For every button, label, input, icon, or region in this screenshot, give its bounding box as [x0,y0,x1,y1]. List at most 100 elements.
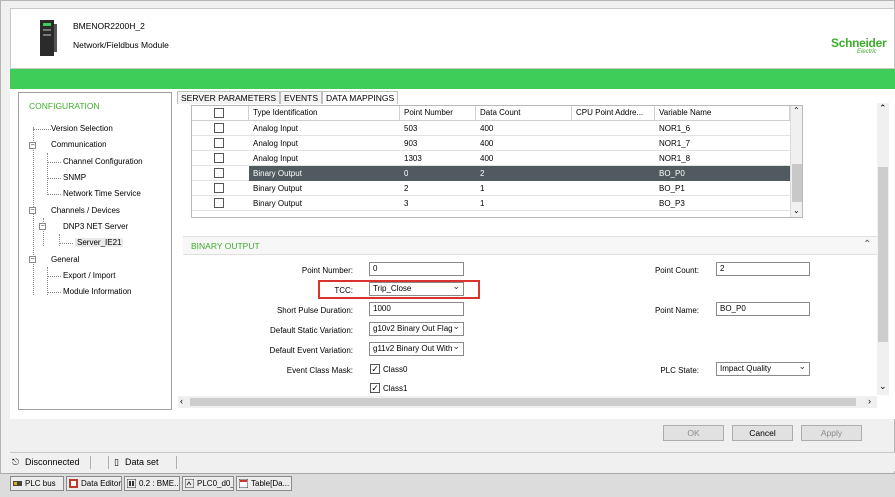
cell-type: Analog Input [253,139,298,148]
point-number-label: Point Number: [301,266,353,275]
horizontal-scroll-thumb[interactable] [190,398,856,406]
tree-item-channel-configuration[interactable]: Channel Configuration [63,157,143,166]
tree-item-general[interactable]: General [51,255,79,264]
taskbar-bme-module[interactable]: 0.2 : BME... [124,476,180,491]
short-pulse-label: Short Pulse Duration: [276,306,353,315]
cell-variable-name: NOR1_6 [659,124,691,133]
collapse-communication-icon[interactable]: − [29,142,36,149]
point-number-field[interactable]: 0 [369,262,464,276]
table-row[interactable]: Analog Input 903 400 NOR1_7 [192,136,790,151]
class1-checkbox[interactable]: ✓ [370,383,380,393]
tree-item-communication[interactable]: Communication [51,140,107,149]
column-header-select[interactable] [192,106,249,121]
table-row[interactable]: Binary Output 3 1 BO_P3 [192,196,790,211]
tree-line [33,129,51,130]
cell-point-number: 1303 [404,154,422,163]
module-name: BMENOR2200H_2 [73,21,145,31]
taskbar-plc0[interactable]: PLC0_d0_... [182,476,234,491]
scroll-up-icon[interactable]: ⌃ [879,103,887,114]
tree-line [47,276,61,277]
cell-point-number: 503 [404,124,418,133]
cell-data-count: 1 [480,199,485,208]
collapse-general-icon[interactable]: − [29,256,36,263]
cancel-button[interactable]: Cancel [732,425,793,441]
cell-variable-name: NOR1_7 [659,139,691,148]
cell-variable-name: BO_P3 [659,199,685,208]
cell-point-number: 903 [404,139,418,148]
taskbar-label: PLC bus [25,479,56,488]
row-checkbox[interactable] [214,153,224,163]
point-name-field[interactable]: BO_P0 [716,302,810,316]
module-type: Network/Fieldbus Module [73,40,169,50]
binary-output-section-header[interactable]: BINARY OUTPUT ⌃ [183,236,877,255]
point-count-field[interactable]: 2 [716,262,810,276]
schneider-logo-sub: Electric [857,49,877,55]
scroll-right-icon[interactable]: › [868,396,871,406]
column-header-variable-name[interactable]: Variable Name [655,106,790,121]
tree-item-server-ie21[interactable]: Server_IE21 [75,238,124,247]
table-scrollbar[interactable]: ⌃ ⌄ [790,106,802,217]
tab-events[interactable]: EVENTS [280,91,323,104]
row-checkbox[interactable] [214,123,224,133]
table-row[interactable]: Analog Input 1303 400 NOR1_8 [192,151,790,166]
panel-scroll-thumb[interactable] [878,167,888,342]
tab-data-mappings[interactable]: DATA MAPPINGS [322,91,399,104]
panel-horizontal-scrollbar[interactable]: ‹ › [178,396,877,408]
static-variation-select[interactable]: g10v2 Binary Out Flag [369,322,464,336]
tab-server-parameters[interactable]: SERVER PARAMETERS [177,91,281,104]
taskbar-table[interactable]: Table[Da... [236,476,292,491]
tree-item-version-selection[interactable]: Version Selection [51,124,113,133]
apply-button[interactable]: Apply [801,425,862,441]
column-header-type[interactable]: Type Identification [249,106,400,121]
status-separator [90,456,91,469]
column-header-data-count[interactable]: Data Count [476,106,572,121]
event-variation-select[interactable]: g11v2 Binary Out With [369,342,464,356]
tree-item-export-import[interactable]: Export / Import [63,271,115,280]
tree-item-module-information[interactable]: Module Information [63,287,131,296]
tree-line [47,267,48,295]
column-header-point-number[interactable]: Point Number [400,106,476,121]
tree-item-channels-devices[interactable]: Channels / Devices [51,206,120,215]
tree-item-network-time-service[interactable]: Network Time Service [63,189,141,198]
row-checkbox[interactable] [214,198,224,208]
table-row[interactable]: Analog Input 503 400 NOR1_6 [192,121,790,136]
row-checkbox[interactable] [214,183,224,193]
table-row[interactable]: Binary Output 2 1 BO_P1 [192,181,790,196]
selected-row-fill [400,166,790,181]
tree-item-dnp3-net-server[interactable]: DNP3 NET Server [63,222,128,231]
row-checkbox[interactable] [214,168,224,178]
plc-state-label: PLC State: [660,366,699,375]
column-header-cpu-address[interactable]: CPU Point Addre... [572,106,655,121]
taskbar-label: PLC0_d0_... [197,479,234,488]
short-pulse-field[interactable]: 1000 [369,302,464,316]
select-all-checkbox[interactable] [214,108,224,118]
scroll-down-icon[interactable]: ⌄ [793,206,800,215]
taskbar-plc-bus[interactable]: PLC bus [10,476,64,491]
status-separator [108,456,109,469]
dataset-status: Data set [125,457,159,467]
tree-line [47,194,61,195]
collapse-channels-icon[interactable]: − [29,207,36,214]
ok-button[interactable]: OK [663,425,724,441]
chevron-up-icon[interactable]: ⌃ [863,239,871,250]
tree-line [59,243,73,244]
module-header: BMENOR2200H_2 Network/Fieldbus Module Sc… [10,8,895,69]
tree-line [47,178,61,179]
plc-state-select[interactable]: Impact Quality [716,362,810,376]
cell-variable-name: BO_P1 [659,184,685,193]
table-row[interactable]: Binary Output 0 2 BO_P0 [192,166,790,181]
row-checkbox[interactable] [214,138,224,148]
taskbar-label: Table[Da... [251,479,290,488]
taskbar-data-editor[interactable]: Data Editor [66,476,122,491]
panel-vertical-scrollbar[interactable]: ⌃ ⌄ [877,103,889,395]
cell-point-number: 0 [404,169,409,178]
scroll-left-icon[interactable]: ‹ [180,396,183,406]
collapse-dnp3-icon[interactable]: − [39,223,46,230]
table-scroll-thumb[interactable] [792,164,802,202]
class0-checkbox[interactable]: ✓ [370,364,380,374]
tree-item-snmp[interactable]: SNMP [63,173,86,182]
cell-point-number: 2 [404,184,409,193]
scroll-up-icon[interactable]: ⌃ [793,106,800,115]
scroll-down-icon[interactable]: ⌄ [879,381,887,392]
cell-data-count: 1 [480,184,485,193]
